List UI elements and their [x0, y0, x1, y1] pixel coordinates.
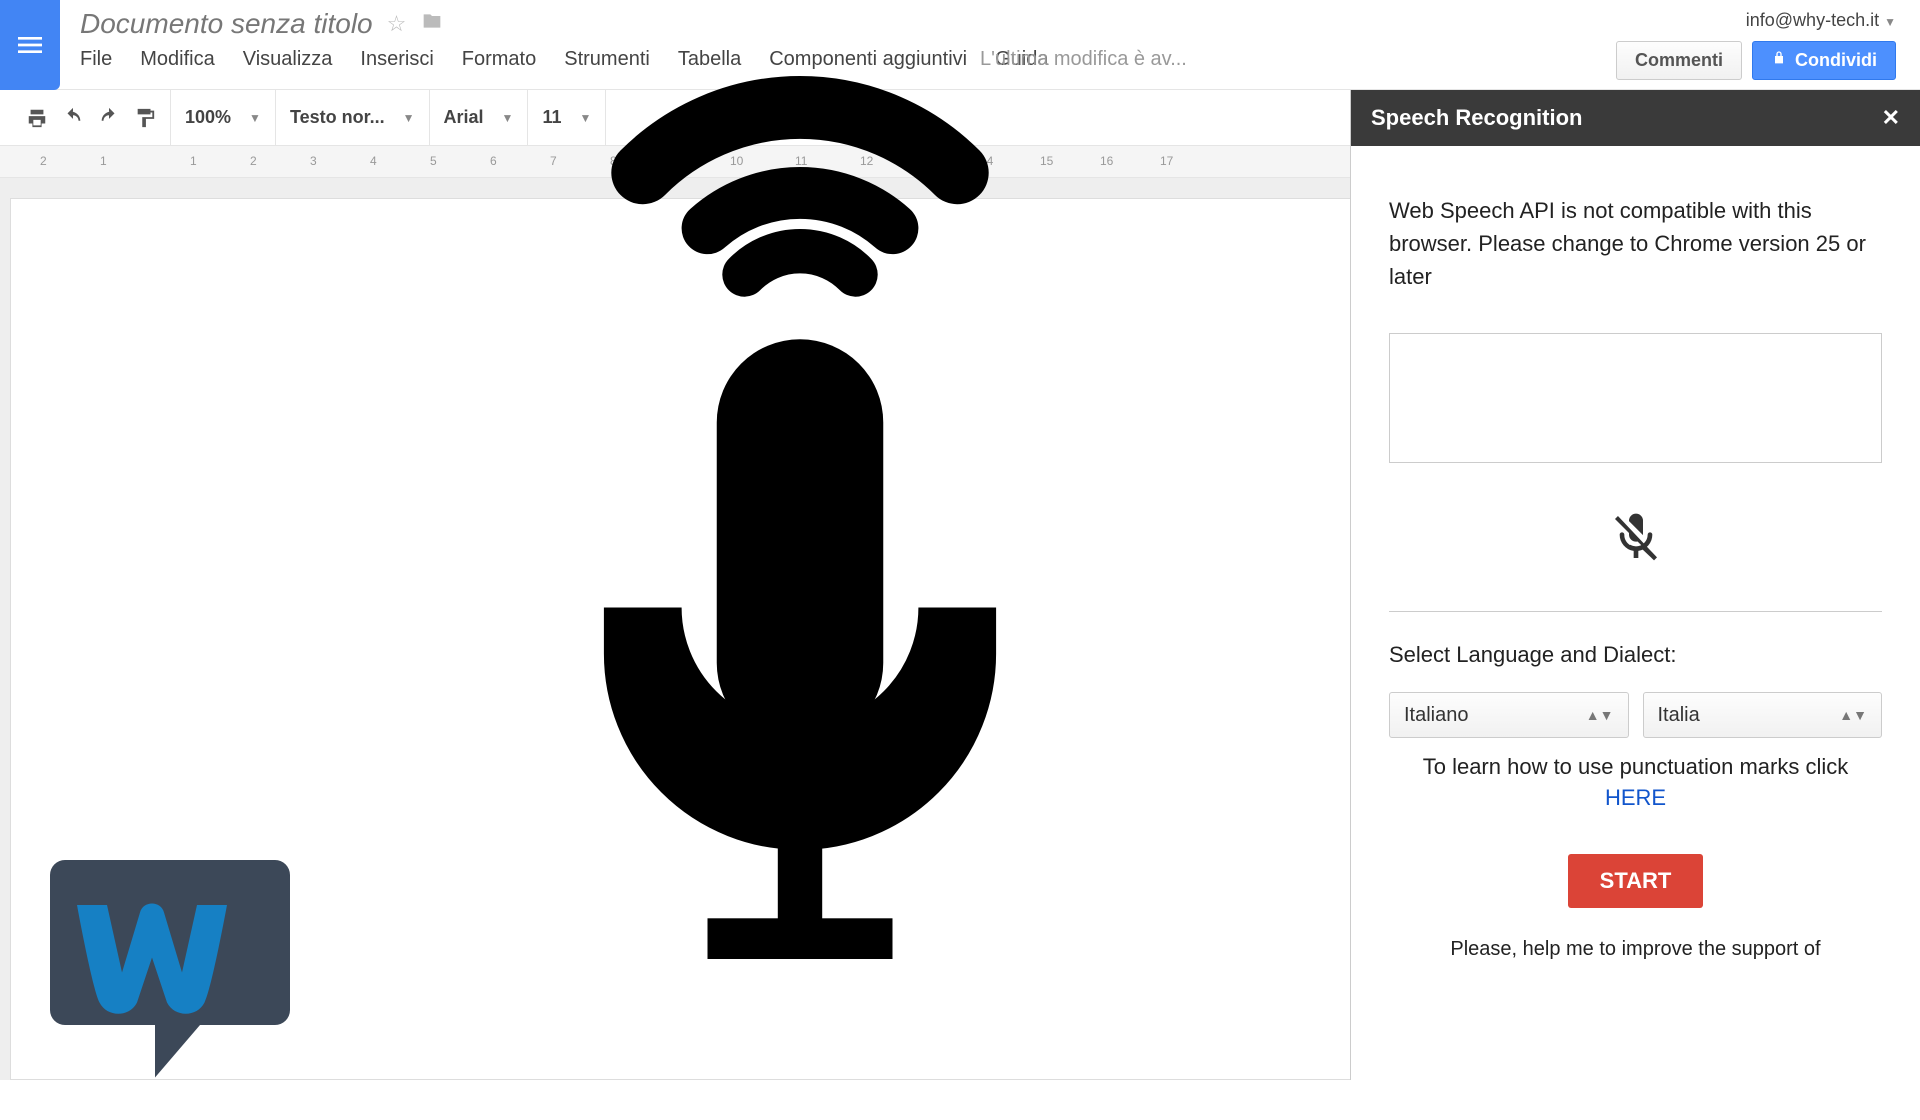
punctuation-help-link[interactable]: HERE: [1605, 785, 1666, 810]
paragraph-style-select[interactable]: Testo nor...▼: [276, 90, 430, 145]
docs-home-icon[interactable]: [0, 0, 60, 90]
lock-icon: [1771, 50, 1787, 71]
share-button[interactable]: Condividi: [1752, 41, 1896, 80]
close-icon[interactable]: ✕: [1882, 105, 1900, 131]
menu-view[interactable]: Visualizza: [243, 48, 333, 71]
start-button[interactable]: START: [1568, 854, 1704, 908]
microphone-off-icon: [1389, 509, 1882, 571]
star-icon[interactable]: ☆: [387, 11, 407, 37]
share-button-label: Condividi: [1795, 50, 1877, 71]
last-modified-label[interactable]: L'ultima modifica è av...: [980, 48, 1187, 71]
menu-tools[interactable]: Strumenti: [564, 48, 650, 71]
paint-format-icon[interactable]: [134, 107, 156, 129]
compatibility-warning: Web Speech API is not compatible with th…: [1389, 194, 1882, 293]
account-email-text: info@why-tech.it: [1746, 10, 1879, 30]
whytech-logo: [20, 815, 320, 1120]
menu-edit[interactable]: Modifica: [140, 48, 214, 71]
caret-down-icon: ▼: [1884, 15, 1896, 29]
document-title[interactable]: Documento senza titolo: [80, 8, 373, 40]
print-icon[interactable]: [26, 107, 48, 129]
menu-insert[interactable]: Inserisci: [360, 48, 433, 71]
menu-format[interactable]: Formato: [462, 48, 536, 71]
dialect-select[interactable]: Italia▲▼: [1643, 692, 1883, 738]
language-select[interactable]: Italiano▲▼: [1389, 692, 1629, 738]
zoom-select[interactable]: 100%▼: [171, 90, 276, 145]
comments-button[interactable]: Commenti: [1616, 41, 1742, 80]
punctuation-hint: To learn how to use punctuation marks cl…: [1389, 752, 1882, 814]
transcription-output[interactable]: [1389, 333, 1882, 463]
speech-recognition-sidebar: Speech Recognition ✕ Web Speech API is n…: [1350, 90, 1920, 1080]
sidebar-title: Speech Recognition: [1371, 105, 1582, 131]
support-help-message: Please, help me to improve the support o…: [1389, 938, 1882, 961]
font-size-select[interactable]: 11▼: [528, 90, 606, 145]
menubar: File Modifica Visualizza Inserisci Forma…: [80, 48, 1596, 71]
account-switcher[interactable]: info@why-tech.it ▼: [1746, 10, 1896, 31]
redo-icon[interactable]: [98, 107, 120, 129]
move-folder-icon[interactable]: [420, 11, 444, 37]
menu-file[interactable]: File: [80, 48, 112, 71]
undo-icon[interactable]: [62, 107, 84, 129]
font-family-select[interactable]: Arial▼: [430, 90, 529, 145]
menu-table[interactable]: Tabella: [678, 48, 741, 71]
menu-addons[interactable]: Componenti aggiuntivi: [769, 48, 967, 71]
language-section-label: Select Language and Dialect:: [1389, 642, 1882, 668]
